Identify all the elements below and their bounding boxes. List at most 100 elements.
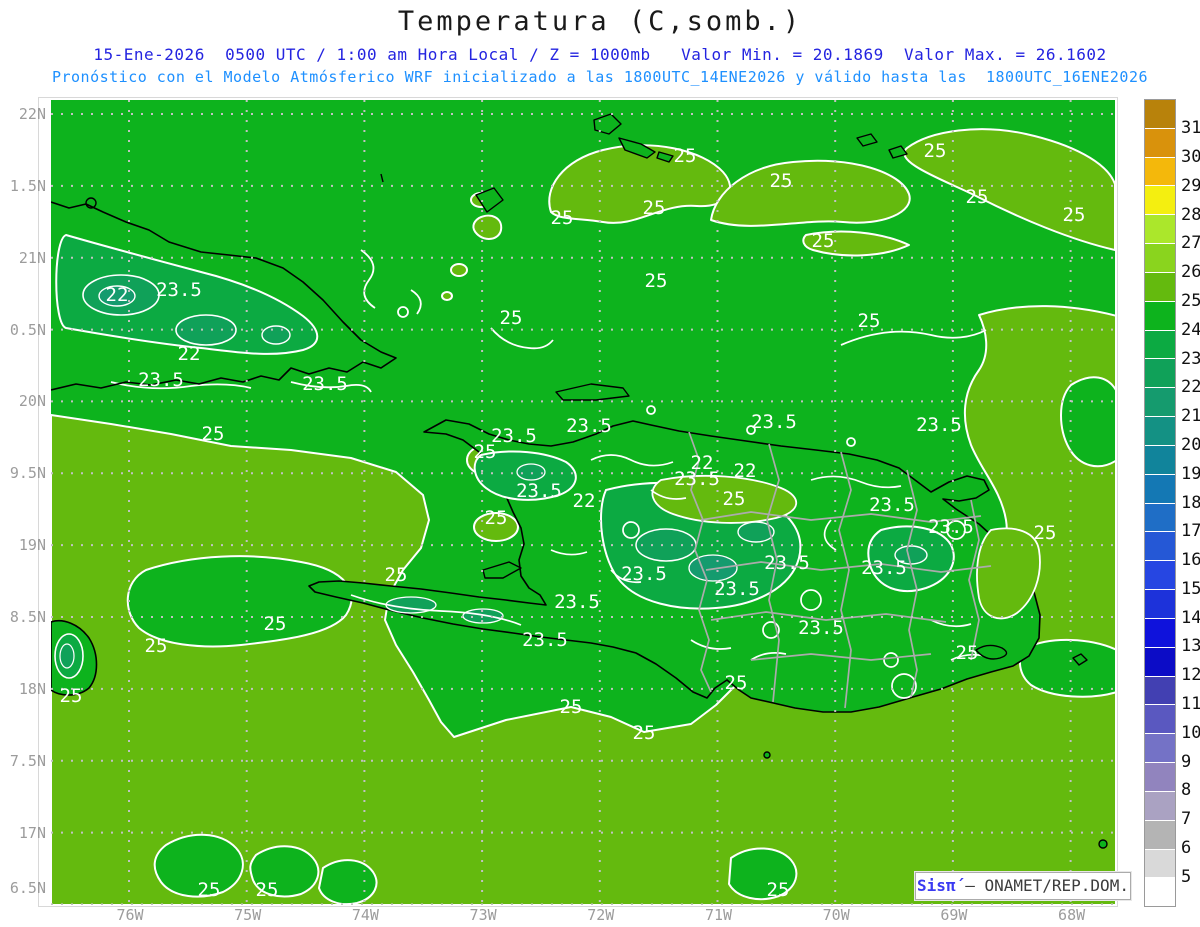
contour-label: 25 [385, 564, 408, 586]
colorbar-segment [1145, 532, 1175, 562]
contour-label: 25 [645, 270, 668, 292]
contour-label: 25 [674, 145, 697, 167]
colorbar-tick-label: 25 [1181, 291, 1200, 311]
contour-label: 23.5 [621, 563, 667, 585]
colorbar-segment [1145, 186, 1175, 216]
contour-label: 25 [725, 672, 748, 694]
contour-label: 23.5 [928, 516, 974, 538]
contour-label: 25 [767, 879, 790, 901]
islet [1098, 839, 1108, 849]
colorbar-segment [1145, 647, 1175, 677]
contour-label: 25 [924, 140, 947, 162]
y-axis-label: 19N [18, 536, 46, 555]
y-axis-label: 21N [18, 248, 46, 267]
colorbar-tick-label: 16 [1181, 550, 1200, 571]
x-axis-label: 74W [351, 906, 379, 924]
colorbar-segment [1145, 128, 1175, 158]
y-axis-label: 6.5N [9, 879, 46, 897]
colorbar-tick-label: 23 [1181, 348, 1200, 369]
contour-label: 25 [643, 197, 666, 219]
colorbar-segment [1145, 359, 1175, 389]
contour-label: 23.5 [554, 591, 600, 613]
contour-label: 25 [500, 307, 523, 329]
watermark-text: – ONAMET/REP.DOM. [955, 876, 1129, 895]
colorbar-segment [1145, 676, 1175, 706]
colorbar-tick-label: 27 [1181, 233, 1200, 254]
colorbar-segment [1145, 474, 1175, 504]
contour-label: 25 [485, 507, 508, 529]
cuba-22-region-2 [175, 314, 237, 346]
22-region [635, 528, 697, 562]
y-axis-label: 17N [18, 823, 46, 842]
contour-label: 23.5 [798, 617, 844, 639]
x-axis-label: 69W [940, 906, 968, 924]
contour-label: 23.5 [674, 468, 720, 490]
colorbar-segment [1145, 618, 1175, 648]
beata-island [763, 751, 771, 759]
colorbar-tick-label: 26 [1181, 262, 1200, 283]
colorbar-segment [1145, 330, 1175, 360]
colorbar-segment [1145, 388, 1175, 418]
x-axis-label: 72W [587, 906, 615, 924]
colorbar-segment [1145, 791, 1175, 821]
y-axis-label: 20N [18, 392, 46, 411]
colorbar-segment [1145, 445, 1175, 475]
colorbar-tick-label: 31 [1181, 118, 1200, 139]
22-region [516, 463, 546, 481]
map-area: 25 25 25 25 25 25 25 25 25 25 25 23.5 22 22 23.5 23.5 25… [50, 100, 1118, 906]
colorbar-tick-label: 24 [1181, 319, 1200, 340]
colorbar-segment [1145, 849, 1175, 879]
contour-label: 22 [734, 460, 757, 482]
contour-label: 25 [264, 613, 287, 635]
colorbar-tick-label: 21 [1181, 406, 1200, 427]
contour-label: 23.5 [751, 411, 797, 433]
watermark-box: Sisπ́ – ONAMET/REP.DOM. [915, 872, 1131, 900]
contour-label: 23.5 [861, 557, 907, 579]
colorbar-tick-label: 8 [1181, 780, 1192, 801]
contour-label: 23.5 [302, 373, 348, 395]
contour-label: 22 [573, 490, 596, 512]
colorbar-tick-label: 22 [1181, 377, 1200, 398]
colorbar-tick-label: 9 [1181, 751, 1192, 772]
contour-label: 25 [198, 879, 221, 901]
colorbar-tick-label: 6 [1181, 837, 1192, 858]
contour-label: 25 [60, 685, 83, 707]
colorbar-tick-label: 30 [1181, 147, 1200, 168]
contour-label: 25 [966, 186, 989, 208]
contour-label: 25 [1034, 522, 1057, 544]
colorbar-segment [1145, 301, 1175, 331]
colorbar-tick-label: 13 [1181, 636, 1200, 657]
colorbar-tick-label: 19 [1181, 463, 1200, 484]
contour-label: 23.5 [869, 494, 915, 516]
colorbar-tick-label: 28 [1181, 204, 1200, 225]
contour-label: 25 [560, 696, 583, 718]
contour-label: 25 [770, 170, 793, 192]
colorbar-tick-label: 10 [1181, 722, 1200, 743]
colorbar-segment [1145, 503, 1175, 533]
y-axis-label: 8.5N [9, 608, 46, 626]
model-info-line: Pronóstico con el Modelo Atmósferico WRF… [51, 68, 1149, 86]
contour-label: 23.5 [916, 414, 962, 436]
colorbar-segment [1145, 820, 1175, 850]
colorbar-tick-label: 20 [1181, 434, 1200, 455]
watermark-brand: Sisπ́ [917, 876, 956, 895]
contour-label: 25 [474, 441, 497, 463]
contour-label: 25 [202, 423, 225, 445]
temperature-contour-map: 25 2525252525 252525252523.5222223.5 23.525… [50, 100, 1118, 906]
colorbar-segment [1145, 734, 1175, 764]
y-axis-label: 9.5N [9, 464, 46, 483]
contour-label: 25 [1063, 204, 1086, 226]
contour-label: 25 [956, 642, 979, 664]
colorbar-segment [1145, 157, 1175, 187]
contour-label: 25 [551, 207, 574, 229]
x-axis-label: 71W [704, 906, 733, 924]
contour-label: 23.5 [516, 480, 562, 502]
x-axis-label: 73W [469, 906, 497, 924]
colorbar-segment [1145, 417, 1175, 446]
contour-label: 22 [178, 343, 201, 365]
contour-label: 25 [723, 488, 746, 510]
colorbar-tick-label: 29 [1181, 175, 1200, 196]
colorbar [1144, 99, 1176, 907]
contour-label: 23.5 [491, 425, 537, 447]
x-axis-label: 70W [822, 906, 850, 924]
